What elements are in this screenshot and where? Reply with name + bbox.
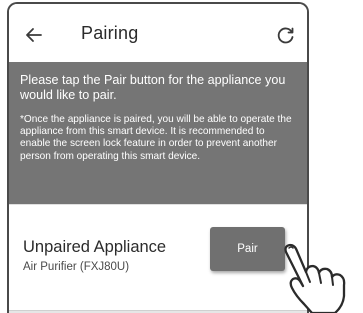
instructions-panel: Please tap the Pair button for the appli… [9, 62, 307, 204]
app-header: Pairing [9, 4, 307, 64]
pairing-note: *Once the appliance is paired, you will … [20, 114, 292, 162]
appliance-model: Air Purifier (FXJ80U) [23, 261, 130, 273]
instructions-text: Please tap the Pair button for the appli… [20, 73, 286, 102]
refresh-icon[interactable] [275, 24, 297, 46]
appliance-name: Unpaired Appliance [23, 238, 167, 256]
page-title: Pairing [81, 23, 139, 43]
arrow-left-icon[interactable] [23, 24, 45, 46]
pair-button[interactable]: Pair [210, 227, 285, 271]
